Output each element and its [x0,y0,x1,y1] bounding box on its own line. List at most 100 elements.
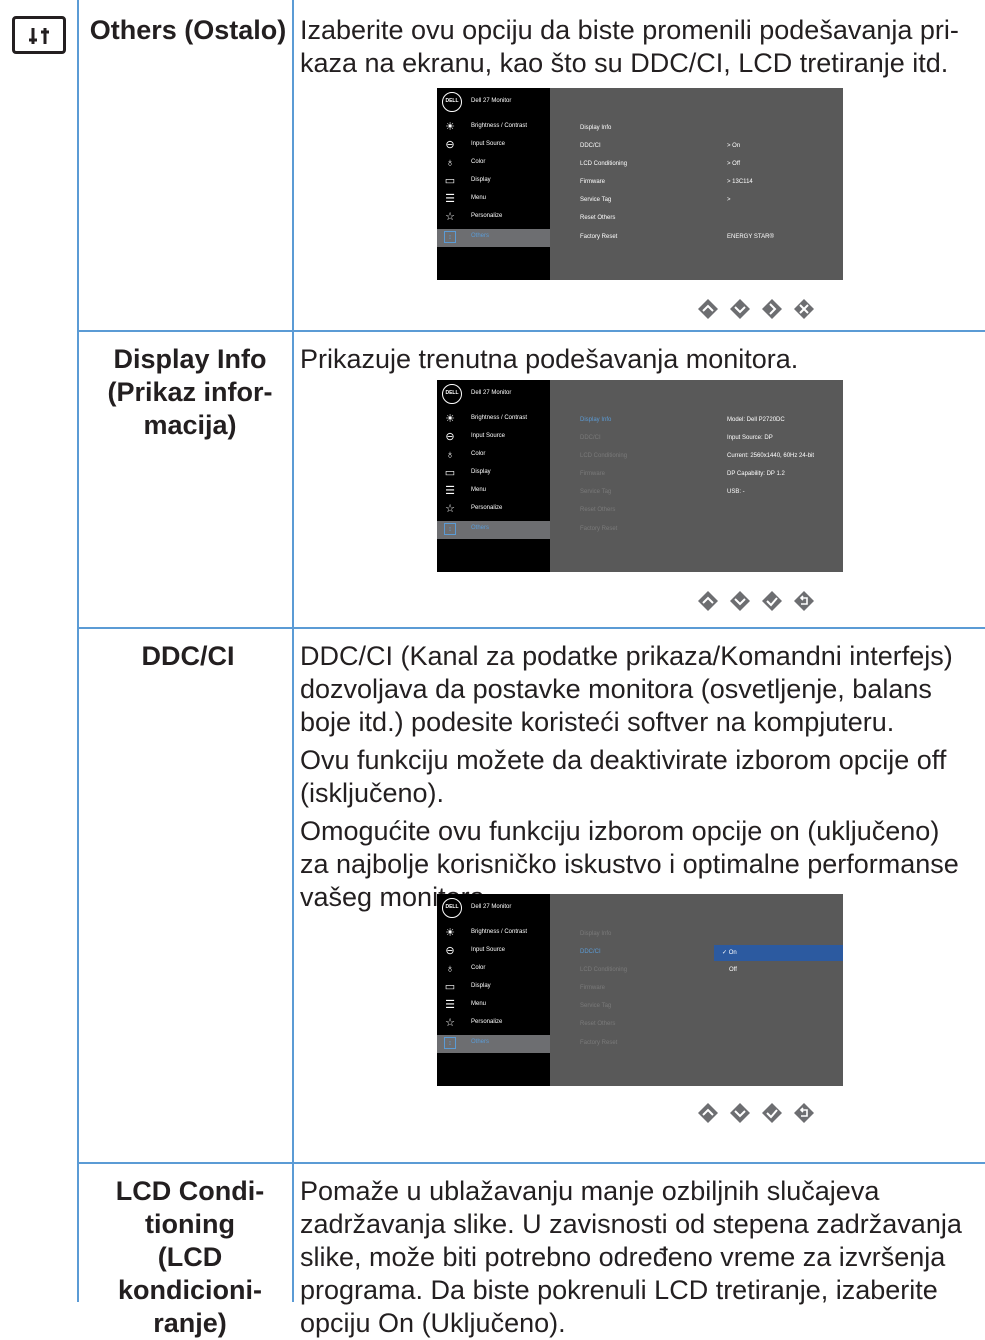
osd-sub-item: Factory Reset [580,526,618,532]
others-icon: ↕ [444,231,456,243]
others-category-icon [12,16,66,54]
table-border-mid [292,0,294,1302]
osd-menu-item: Input Source [471,433,506,439]
row-desc-others: Izaberite ovu opciju da biste promenili … [300,15,959,78]
osd-sub-item: Firmware [580,179,605,185]
row-divider [77,330,985,332]
osd-sub-item: Reset Others [580,1021,616,1027]
osd-display-info: DELL Dell 27 Monitor ☀ Brightness / Contr… [437,380,843,572]
osd-info-value: Model: Dell P2720DC [727,417,785,423]
display-icon: ▭ [444,981,456,993]
row-label-ddcci: DDC/CI [141,641,235,671]
osd-sub-item: DDC/CI [580,435,601,441]
row-divider [77,1162,985,1164]
back-icon [794,591,814,611]
osd-info-value: DP Capability: DP 1.2 [727,471,785,477]
osd-menu-item: Color [471,159,486,165]
osd-value: > 13C114 [727,179,753,185]
osd-menu-item-active: Others [471,1039,490,1045]
sun-icon: ☀ [445,121,455,133]
color-icon: ♁ [445,157,455,169]
osd-menu-item: Personalize [471,1019,503,1025]
up-icon [698,1103,718,1123]
row-divider [77,627,985,629]
osd-sub-item: LCD Conditioning [580,453,628,459]
osd-menu-item: Display [471,983,491,989]
osd-menu-item: Menu [471,1001,487,1007]
others-icon: ↕ [444,1037,456,1049]
input-icon: ⊖ [445,945,455,957]
osd-value: > Off [727,161,741,167]
osd-menu-item: Brightness / Contrast [471,415,528,421]
osd-sub-item: DDC/CI [580,143,601,149]
osd-sub-item: Service Tag [580,1003,612,1009]
back-icon [794,1103,814,1123]
row-desc-ddcci-1: DDC/CI (Kanal za podatke prikaza/Komandn… [300,641,953,737]
up-icon [698,591,718,611]
color-icon: ♁ [445,963,455,975]
osd-menu-item: Display [471,177,491,183]
osd-menu-item-active: Others [471,525,490,531]
osd-title: Dell 27 Monitor [471,98,512,104]
osd-menu-item: Brightness / Contrast [471,123,528,129]
right-icon [762,299,782,319]
down-icon [730,1103,750,1123]
check-icon [762,591,782,611]
row-desc-ddcci-2: Ovu funkciju možete da deaktivirate izbo… [300,745,947,808]
check-icon [762,1103,782,1123]
osd-menu-item: Personalize [471,213,503,219]
star-icon: ☆ [445,1017,455,1029]
osd-sub-item: Service Tag [580,489,612,495]
osd-value: ENERGY STAR® [727,234,774,240]
osd-menu-item: Brightness / Contrast [471,929,528,935]
osd-sub-item: Reset Others [580,507,616,513]
up-icon [698,299,718,319]
display-icon: ▭ [444,175,456,187]
osd-sub-item: Firmware [580,985,605,991]
osd-sub-item: Firmware [580,471,605,477]
sun-icon: ☀ [445,927,455,939]
row-desc-lcd-conditioning: Pomaže u ublažavanju manje ozbiljnih slu… [300,1176,962,1338]
close-icon [794,299,814,319]
osd-value: > [727,197,731,203]
osd-ddcci: DELL Dell 27 Monitor ☀ Brightness / Contr… [437,894,843,1086]
osd-nav-buttons [697,298,847,322]
input-icon: ⊖ [445,431,455,443]
osd-menu-item: Display [471,469,491,475]
color-icon: ♁ [445,449,455,461]
menu-icon: ☰ [445,999,455,1011]
osd-sub-item: Factory Reset [580,234,618,240]
osd-menu-item: Menu [471,195,487,201]
row-desc-display-info: Prikazuje trenutna podešavanja monitora. [300,344,799,374]
osd-info-value: Input Source: DP [727,435,773,441]
osd-sub-item: LCD Conditioning [580,967,628,973]
table-border-left [77,0,79,1302]
down-icon [730,299,750,319]
osd-value: > On [727,143,741,149]
row-label-others: Others (Ostalo) [89,15,287,45]
osd-nav-buttons [697,1102,847,1126]
dell-logo: DELL [442,384,462,404]
osd-info-value: Current: 2560x1440, 60Hz 24-bit [727,453,815,459]
osd-menu-item: Personalize [471,505,503,511]
osd-menu-item: Color [471,451,486,457]
osd-sub-item-active: DDC/CI [580,949,601,955]
star-icon: ☆ [445,211,455,223]
osd-nav-buttons [697,590,847,614]
osd-sub-item: Service Tag [580,197,612,203]
down-icon [730,591,750,611]
osd-menu-item: Input Source [471,947,506,953]
osd-menu-item: Menu [471,487,487,493]
osd-sub-item: Display Info [580,931,612,937]
menu-icon: ☰ [445,485,455,497]
others-icon: ↕ [444,523,456,535]
display-icon: ▭ [444,467,456,479]
input-icon: ⊖ [445,139,455,151]
row-label-lcd-conditioning: LCD Condi- tioning (LCD kondicioni- ranj… [115,1176,265,1338]
osd-menu-item-active: Others [471,233,490,239]
osd-option-off: Off [729,967,737,973]
osd-option-on: ✓ On [722,950,737,956]
osd-sub-item: Display Info [580,125,612,131]
dell-logo: DELL [442,92,462,112]
menu-icon: ☰ [445,193,455,205]
